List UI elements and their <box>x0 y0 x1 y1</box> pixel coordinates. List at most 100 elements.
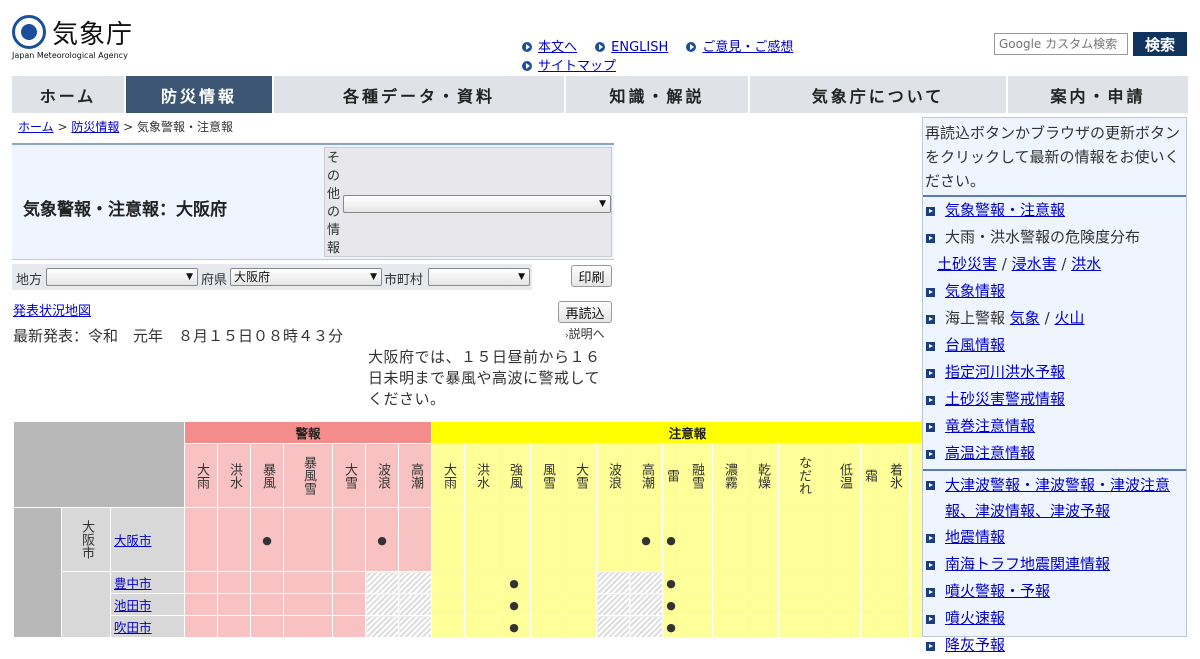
table-corner <box>13 421 185 508</box>
sidebar-item[interactable]: 大津波警報・津波警報・津波注意報、津波情報、津波予報 <box>923 469 1186 524</box>
advisory-col-header: 高潮 <box>629 443 663 508</box>
print-button[interactable]: 印刷 <box>571 265 612 287</box>
sidebar-link[interactable]: 竜巻注意情報 <box>945 417 1035 435</box>
title-box: 気象警報・注意報：大阪府 その他の情報 ▼ <box>12 143 614 260</box>
advisory-cell: ● <box>662 593 680 616</box>
warning-cell <box>283 507 333 572</box>
sidebar-sublink[interactable]: 気象 <box>1010 309 1040 327</box>
sidebar-item[interactable]: 気象警報・注意報 <box>923 197 1186 224</box>
sidebar-link[interactable]: 台風情報 <box>945 336 1005 354</box>
sidebar-item[interactable]: 噴火速報 <box>923 605 1186 632</box>
city-select[interactable]: ▼ <box>428 268 530 286</box>
advisory-cell <box>827 593 861 616</box>
sidebar-link[interactable]: 南海トラフ地震関連情報 <box>945 555 1110 573</box>
other-info-select[interactable]: ▼ <box>343 195 611 213</box>
link-english[interactable]: ENGLISH <box>611 40 668 55</box>
sidebar-item[interactable]: 降灰予報 <box>923 632 1186 659</box>
warning-cell <box>283 593 333 616</box>
sidebar-link[interactable]: 噴火警報・予報 <box>945 582 1050 600</box>
sidebar-item-label: 大雨・洪水警報の危険度分布 <box>945 228 1141 246</box>
sidebar-link[interactable]: 噴火速報 <box>945 609 1005 627</box>
arrow-bullet-icon <box>595 42 606 52</box>
nav-about[interactable]: 気象庁について <box>750 76 1006 113</box>
sidebar-item[interactable]: 地震情報 <box>923 524 1186 551</box>
breadcrumb-home[interactable]: ホーム <box>18 120 54 134</box>
advisory-cell <box>877 593 911 616</box>
nav-bousai[interactable]: 防災情報 <box>126 76 272 113</box>
arrow-square-icon <box>926 315 935 324</box>
sidebar-link[interactable]: 大津波警報・津波警報・津波注意報、津波情報、津波予報 <box>945 476 1170 520</box>
status-map-link[interactable]: 発表状況地図 <box>13 300 91 319</box>
breadcrumb-bousai[interactable]: 防災情報 <box>71 120 119 134</box>
reload-button[interactable]: 再読込 <box>558 301 612 323</box>
advisory-cell <box>629 571 663 594</box>
nav-guide[interactable]: 案内・申請 <box>1008 76 1188 113</box>
link-feedback[interactable]: ご意見・ご感想 <box>702 40 793 55</box>
warning-cell <box>332 593 366 616</box>
warning-cell <box>332 615 366 638</box>
advisory-cell <box>827 615 861 638</box>
dropdown-arrow-icon: ▼ <box>370 272 377 282</box>
sidebar-link[interactable]: 高温注意情報 <box>945 444 1035 462</box>
sidebar-sublink[interactable]: 火山 <box>1054 309 1084 327</box>
search-input[interactable] <box>994 33 1128 55</box>
advisory-cell <box>877 571 911 594</box>
advisory-cell <box>530 571 564 594</box>
sidebar-link[interactable]: 降灰予報 <box>945 636 1005 654</box>
prefecture-select[interactable]: 大阪府 ▼ <box>230 268 382 286</box>
warning-cell <box>398 571 432 594</box>
city-link[interactable]: 大阪市 <box>114 533 152 548</box>
warning-cell <box>365 571 399 594</box>
explain-link[interactable]: ›説明へ <box>565 325 605 342</box>
advisory-cell <box>431 571 465 594</box>
sidebar-item[interactable]: 指定河川洪水予報 <box>923 359 1186 386</box>
link-sitemap[interactable]: サイトマップ <box>538 59 616 74</box>
nav-home[interactable]: ホーム <box>12 76 124 113</box>
sidebar-item[interactable]: 土砂災害警戒情報 <box>923 386 1186 413</box>
arrow-square-icon <box>926 207 935 216</box>
sidebar-link[interactable]: 地震情報 <box>945 528 1005 546</box>
warning-col-header: 大雨 <box>184 443 218 508</box>
jma-logo[interactable]: 気象庁 Japan Meteorological Agency <box>12 12 142 62</box>
sidebar-sublink[interactable]: 土砂災害 <box>937 255 997 273</box>
sidebar-sublink[interactable]: 浸水害 <box>1012 255 1057 273</box>
nav-data[interactable]: 各種データ・資料 <box>274 76 564 113</box>
sidebar-item[interactable]: 南海トラフ地震関連情報 <box>923 551 1186 578</box>
sidebar-sublinks: 土砂災害 / 浸水害 / 洪水 <box>937 255 1102 273</box>
region-select[interactable]: ▼ <box>46 268 198 286</box>
sidebar-link[interactable]: 気象情報 <box>945 282 1005 300</box>
city-link[interactable]: 吹田市 <box>114 620 152 635</box>
search-button[interactable]: 検索 <box>1133 32 1187 56</box>
sidebar-item[interactable]: 高温注意情報 <box>923 440 1186 467</box>
city-link[interactable]: 豊中市 <box>114 576 152 591</box>
sidebar-sublink[interactable]: 洪水 <box>1071 255 1101 273</box>
warning-col-header: 暴風 <box>250 443 284 508</box>
col-header-label: 雷 <box>664 469 679 482</box>
sidebar-item[interactable]: 気象情報 <box>923 278 1186 305</box>
arrow-square-icon <box>926 342 935 351</box>
arrow-square-icon <box>926 642 935 651</box>
city-link[interactable]: 池田市 <box>114 598 152 613</box>
sidebar-link[interactable]: 土砂災害警戒情報 <box>945 390 1065 408</box>
link-main-content[interactable]: 本文へ <box>538 40 577 55</box>
nav-knowledge[interactable]: 知識・解説 <box>566 76 748 113</box>
advisory-cell <box>712 571 746 594</box>
sidebar-item[interactable]: 竜巻注意情報 <box>923 413 1186 440</box>
advisory-cell <box>827 571 861 594</box>
col-header-label: 暴風雪 <box>301 456 316 495</box>
area-group-cell <box>13 507 62 638</box>
city-cell: 池田市 <box>110 593 185 616</box>
sidebar-item[interactable]: 噴火警報・予報 <box>923 578 1186 605</box>
sidebar-link[interactable]: 指定河川洪水予報 <box>945 363 1065 381</box>
advisory-cell <box>596 615 630 638</box>
warning-cell <box>365 593 399 616</box>
arrow-bullet-icon <box>686 42 697 52</box>
warning-cell <box>184 507 218 572</box>
advisory-cell <box>877 615 911 638</box>
sidebar-link[interactable]: 気象警報・注意報 <box>945 201 1065 219</box>
warning-cell <box>398 593 432 616</box>
advisory-cell <box>860 507 878 572</box>
sidebar-item[interactable]: 台風情報 <box>923 332 1186 359</box>
col-header-label: 強風 <box>507 462 522 489</box>
advisory-cell <box>679 593 713 616</box>
